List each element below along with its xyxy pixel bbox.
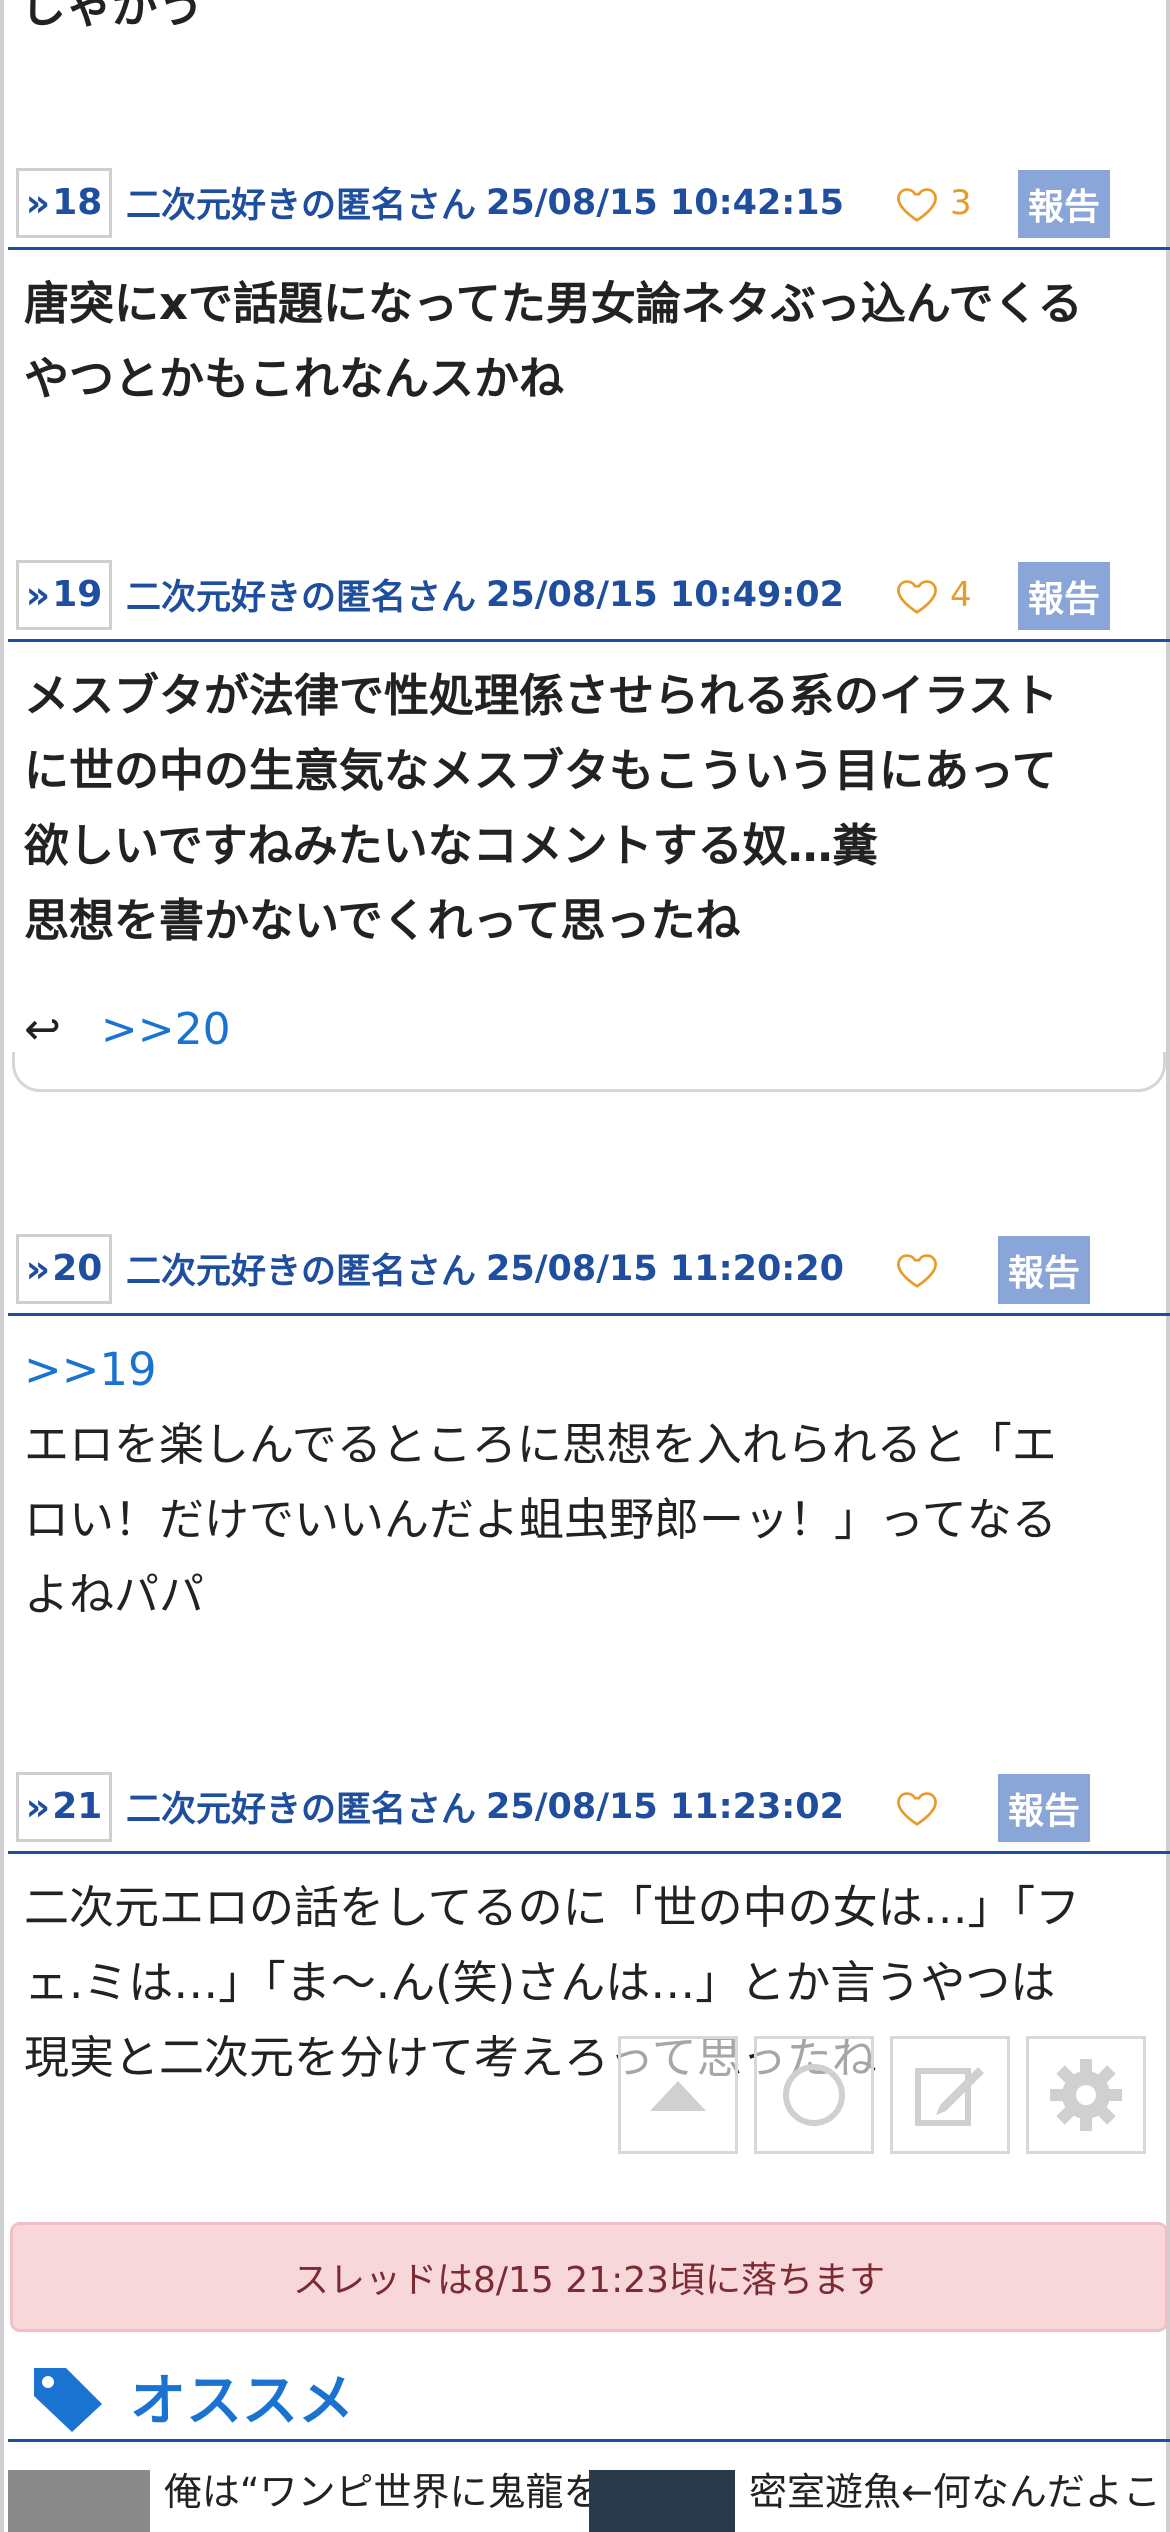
like-button[interactable]: 3 xyxy=(894,180,972,226)
edit-icon xyxy=(915,2067,984,2126)
heart-icon xyxy=(897,1791,937,1826)
post-line: ロい！だけでいいんだよ蛆虫野郎ーッ！」ってなる xyxy=(24,1493,1057,1546)
floating-toolbar xyxy=(618,2036,1146,2154)
res-number: 18 xyxy=(52,182,103,223)
post-line: に世の中の生意気なメスブタもこういう目にあって xyxy=(24,744,1057,797)
settings-button[interactable] xyxy=(1026,2036,1146,2154)
post-line: ェ.ミは…」「ま〜.ん(笑)さんは…」とか言うやつは xyxy=(24,1956,1056,2009)
recommend-item[interactable]: 密室遊魚←何なんだよこ xyxy=(589,2470,1170,2532)
double-chevron-icon: » xyxy=(25,1784,51,1829)
recommend-item-title: 俺は“ワンピ世界に鬼龍を xyxy=(163,2470,589,2514)
heart-icon xyxy=(897,579,937,614)
res-number-button[interactable]: » 19 xyxy=(16,559,112,630)
post-20: » 20 二次元好きの匿名さん 25/08/15 11:20:20 報告 >>1… xyxy=(8,1224,1170,1632)
like-button[interactable] xyxy=(894,1784,940,1830)
write-button[interactable] xyxy=(890,2036,1010,2154)
report-button[interactable]: 報告 xyxy=(1018,562,1110,630)
previous-post-fragment: しゃがう xyxy=(20,0,204,33)
post-line: やつとかもこれなんスかね xyxy=(24,352,565,405)
res-number: 19 xyxy=(52,574,103,615)
reload-icon xyxy=(783,2064,845,2126)
post-line: 思想を書かないでくれって思ったね xyxy=(24,894,741,947)
post-line: 唐突にxで話題になってた男女論ネタぶっ込んでくる xyxy=(24,277,1083,330)
reply-bar: ↩ >>20 xyxy=(24,1004,231,1055)
thumbnail xyxy=(8,2470,150,2532)
reload-button[interactable] xyxy=(754,2036,874,2154)
recommend-title: オススメ xyxy=(130,2369,354,2434)
settings-icon xyxy=(1050,2059,1122,2131)
scroll-top-button[interactable] xyxy=(618,2036,738,2154)
post-line: 欲しいですねみたいなコメントする奴…糞 xyxy=(24,819,878,872)
post-header: » 20 二次元好きの匿名さん 25/08/15 11:20:20 報告 xyxy=(8,1224,1170,1316)
post-body: 唐突にxで話題になってた男女論ネタぶっ込んでくる やつとかもこれなんスかね xyxy=(8,250,1170,416)
res-number: 20 xyxy=(52,1248,103,1289)
res-number: 21 xyxy=(52,1786,103,1827)
report-button[interactable]: 報告 xyxy=(998,1236,1090,1304)
res-number-button[interactable]: » 18 xyxy=(16,167,112,238)
post-date: 25/08/15 11:20:20 xyxy=(486,1248,844,1289)
tag-icon xyxy=(34,2367,102,2432)
author-name: 二次元好きの匿名さん xyxy=(126,1252,477,1292)
post-header: » 19 二次元好きの匿名さん 25/08/15 10:49:02 4 報告 xyxy=(8,550,1170,642)
recommend-item-title: 密室遊魚←何なんだよこ xyxy=(749,2470,1161,2514)
post-header: » 21 二次元好きの匿名さん 25/08/15 11:23:02 報告 xyxy=(8,1762,1170,1854)
res-number-button[interactable]: » 20 xyxy=(16,1233,112,1304)
post-line: 二次元エロの話をしてるのに「世の中の女は…」「フ xyxy=(24,1881,1081,1934)
post-line: メスブタが法律で性処理係させられる系のイラスト xyxy=(24,669,1059,722)
report-button[interactable]: 報告 xyxy=(1018,170,1110,238)
res-number-button[interactable]: » 21 xyxy=(16,1771,112,1842)
post-body: >>19 エロを楽しんでるところに思想を入れられると「エ ロい！だけでいいんだよ… xyxy=(8,1316,1170,1632)
recommend-list: 俺は“ワンピ世界に鬼龍を 密室遊魚←何なんだよこ xyxy=(8,2470,1170,2532)
post-date: 25/08/15 11:23:02 xyxy=(486,1786,844,1827)
double-chevron-icon: » xyxy=(25,180,51,225)
heart-icon xyxy=(897,1253,937,1288)
author-name: 二次元好きの匿名さん xyxy=(126,578,477,618)
post-header: » 18 二次元好きの匿名さん 25/08/15 10:42:15 3 報告 xyxy=(8,158,1170,250)
post-line: エロを楽しんでるところに思想を入れられると「エ xyxy=(24,1418,1057,1471)
reply-icon: ↩ xyxy=(24,1004,61,1055)
double-chevron-icon: » xyxy=(25,572,51,617)
post-date: 25/08/15 10:49:02 xyxy=(486,574,844,615)
thread-page: しゃがう » 18 二次元好きの匿名さん 25/08/15 10:42:15 3… xyxy=(0,0,1170,2532)
post-body: メスブタが法律で性処理係させられる系のイラスト に世の中の生意気なメスブタもこう… xyxy=(8,642,1170,958)
author-name: 二次元好きの匿名さん xyxy=(126,1790,477,1830)
post-18: » 18 二次元好きの匿名さん 25/08/15 10:42:15 3 報告 唐… xyxy=(8,158,1170,416)
like-count: 3 xyxy=(950,182,972,223)
report-button[interactable]: 報告 xyxy=(998,1774,1090,1842)
heart-icon xyxy=(897,187,937,222)
card-bottom-edge xyxy=(12,1052,1166,1092)
recommend-item[interactable]: 俺は“ワンピ世界に鬼龍を xyxy=(8,2470,589,2532)
author-name: 二次元好きの匿名さん xyxy=(126,186,477,226)
reply-link[interactable]: >>20 xyxy=(101,1004,231,1055)
post-line: よねパパ xyxy=(24,1568,205,1621)
double-chevron-icon: » xyxy=(25,1246,51,1291)
scroll-top-icon xyxy=(650,2081,706,2111)
post-date: 25/08/15 10:42:15 xyxy=(486,182,844,223)
anchor-link[interactable]: >>19 xyxy=(24,1332,1158,1407)
thumbnail xyxy=(589,2470,735,2532)
like-button[interactable]: 4 xyxy=(894,572,972,618)
recommend-header: オススメ xyxy=(8,2354,1170,2442)
like-button[interactable] xyxy=(894,1246,940,1292)
post-19: » 19 二次元好きの匿名さん 25/08/15 10:49:02 4 報告 メ… xyxy=(8,550,1170,958)
thread-expiry-notice: スレッドは8/15 21:23頃に落ちます xyxy=(10,2222,1168,2332)
like-count: 4 xyxy=(950,574,972,615)
